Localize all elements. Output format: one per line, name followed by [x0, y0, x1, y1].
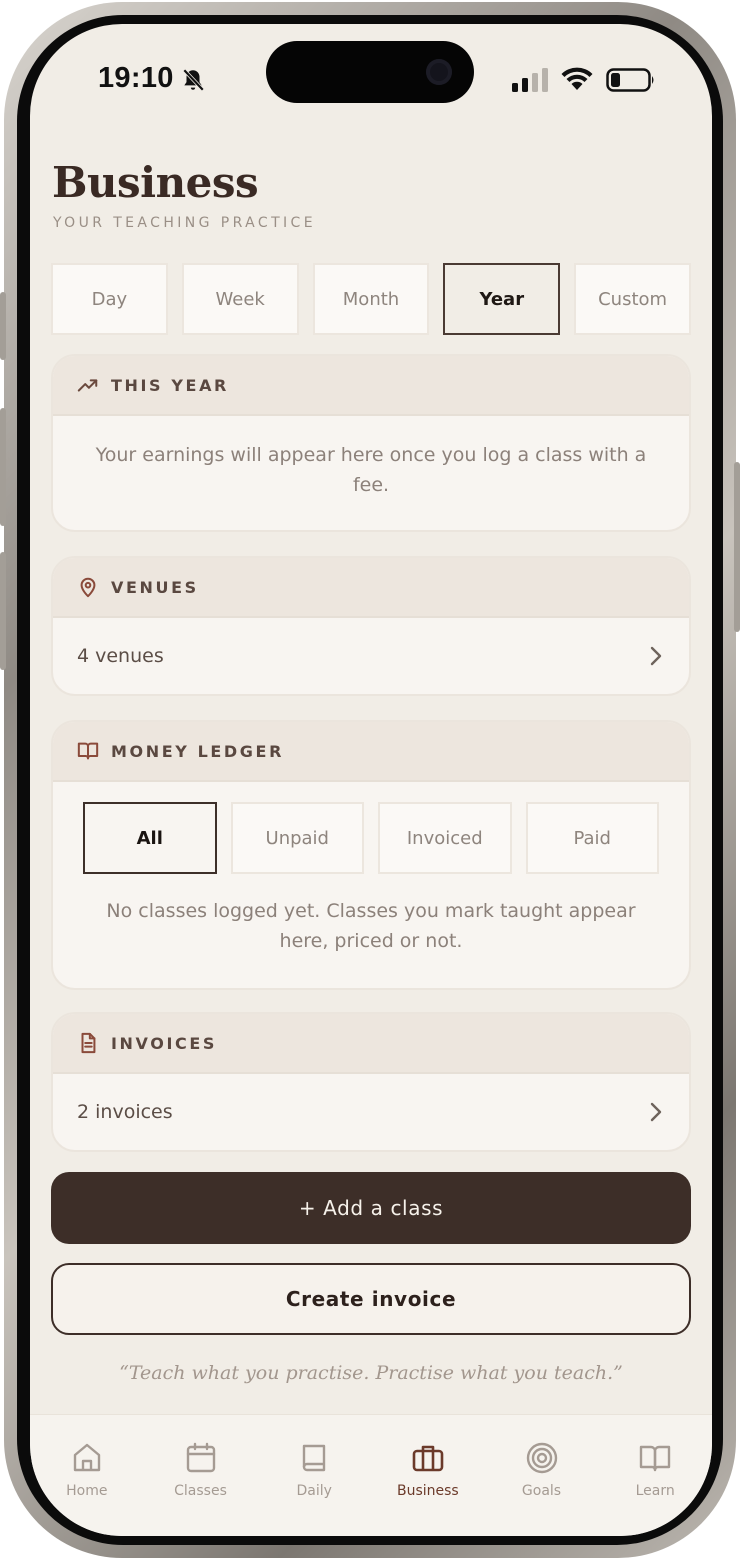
nav-item-business[interactable]: Business: [371, 1415, 485, 1536]
battery-icon: [606, 68, 654, 92]
money-ledger-card: MONEY LEDGER All Unpaid Invoiced Paid No…: [51, 720, 691, 990]
nav-label-goals: Goals: [521, 1483, 562, 1499]
cellular-signal-icon: [512, 68, 548, 92]
footer-quote: “Teach what you practise. Practise what …: [119, 1362, 623, 1384]
open-book-icon: [639, 1445, 671, 1472]
nav-item-classes[interactable]: Classes: [144, 1415, 258, 1536]
wifi-icon: [561, 67, 593, 90]
document-icon: [81, 1032, 96, 1054]
trending-up-icon: [77, 379, 98, 392]
chevron-right-icon: [650, 646, 662, 666]
calendar-icon: [186, 1442, 215, 1473]
venues-title: VENUES: [111, 577, 199, 597]
invoices-title: INVOICES: [111, 1033, 217, 1053]
nav-label-daily: Daily: [296, 1483, 332, 1499]
nav-label-learn: Learn: [635, 1483, 675, 1499]
money-ledger-header: MONEY LEDGER: [53, 722, 689, 782]
app-screen: 19:10 Business YOUR TEACHING PRACTICE Da…: [30, 24, 712, 1536]
ledger-empty-message: No classes logged yet. Classes you mark …: [106, 900, 636, 952]
nav-label-classes: Classes: [174, 1483, 227, 1499]
venues-card[interactable]: VENUES 4 venues: [51, 556, 691, 696]
invoices-header: INVOICES: [53, 1014, 689, 1074]
invoices-count: 2 invoices: [77, 1101, 173, 1123]
venues-count: 4 venues: [77, 645, 164, 667]
ledger-filter-unpaid[interactable]: Unpaid: [230, 802, 364, 874]
home-icon: [73, 1443, 101, 1472]
status-time: 19:10: [98, 62, 174, 94]
map-pin-icon: [80, 577, 96, 598]
nav-item-learn[interactable]: Learn: [598, 1415, 712, 1536]
period-tab-year[interactable]: Year: [443, 263, 561, 335]
add-class-button[interactable]: + Add a class: [51, 1172, 691, 1244]
nav-item-goals[interactable]: Goals: [485, 1415, 599, 1536]
ledger-filter-invoiced[interactable]: Invoiced: [378, 802, 512, 874]
this-year-card: THIS YEAR Your earnings will appear here…: [51, 354, 691, 532]
bottom-nav: Home Classes Daily Business Goals Learn: [30, 1414, 712, 1536]
open-book-icon: [77, 742, 99, 760]
nav-item-home[interactable]: Home: [30, 1415, 144, 1536]
nav-label-business: Business: [396, 1483, 459, 1499]
target-icon: [526, 1442, 557, 1474]
front-camera-icon: [426, 59, 452, 85]
nav-label-home: Home: [66, 1483, 108, 1499]
briefcase-icon: [412, 1445, 444, 1472]
period-tab-day[interactable]: Day: [51, 263, 168, 335]
period-tab-month[interactable]: Month: [312, 263, 430, 335]
invoices-row[interactable]: 2 invoices: [53, 1074, 689, 1150]
ledger-filter-tabs: All Unpaid Invoiced Paid: [53, 802, 689, 874]
bell-muted-icon: [182, 68, 205, 92]
ledger-filter-paid[interactable]: Paid: [525, 802, 659, 874]
page-subtitle: YOUR TEACHING PRACTICE: [53, 215, 316, 231]
book-icon: [302, 1444, 326, 1472]
page-title: Business: [52, 158, 259, 207]
invoices-card[interactable]: INVOICES 2 invoices: [51, 1012, 691, 1152]
period-tab-custom[interactable]: Custom: [574, 263, 691, 335]
venues-row[interactable]: 4 venues: [53, 618, 689, 694]
create-invoice-button[interactable]: Create invoice: [51, 1263, 691, 1335]
chevron-right-icon: [650, 1102, 662, 1122]
period-tab-week[interactable]: Week: [181, 263, 299, 335]
period-selector: Day Week Month Year Custom: [51, 263, 691, 335]
this-year-header: THIS YEAR: [53, 356, 689, 416]
nav-item-daily[interactable]: Daily: [257, 1415, 371, 1536]
venues-header: VENUES: [53, 558, 689, 618]
money-ledger-title: MONEY LEDGER: [111, 741, 284, 761]
ledger-filter-all[interactable]: All: [83, 802, 217, 874]
this-year-title: THIS YEAR: [111, 375, 229, 395]
earnings-empty-message: Your earnings will appear here once you …: [95, 444, 647, 496]
